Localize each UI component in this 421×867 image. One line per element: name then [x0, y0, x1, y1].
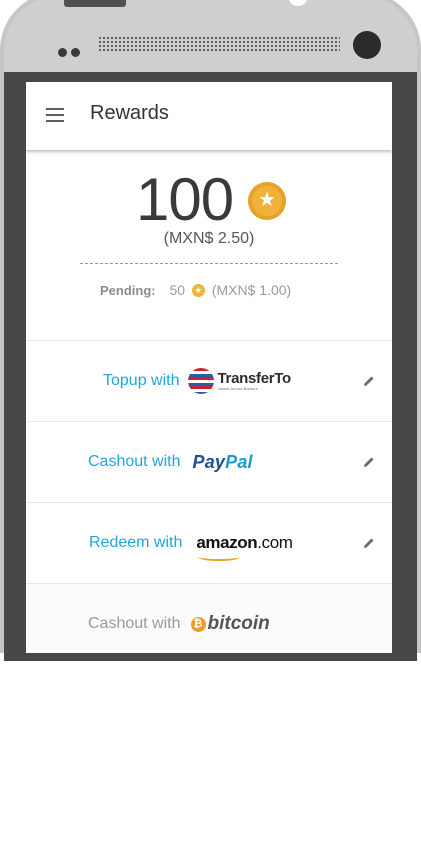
- paypal-logo-part1: Pay: [192, 451, 226, 472]
- redeem-amazon-row[interactable]: Redeem with amazon.com: [26, 502, 392, 583]
- divider: [80, 263, 338, 264]
- pending-balance: Pending: 50 ★ (MXN$ 1.00): [100, 282, 291, 298]
- transferto-globe-icon: [187, 368, 214, 394]
- front-camera: [353, 31, 381, 59]
- amazon-logo-part2: .com: [257, 533, 293, 552]
- pending-label: Pending:: [100, 283, 156, 298]
- row-label: Topup with: [103, 372, 180, 389]
- pencil-icon[interactable]: [362, 536, 376, 550]
- power-button: [64, 0, 126, 7]
- app-screen: Rewards 100 ★ (MXN$ 2.50) Pending: 50 ★ …: [26, 82, 392, 653]
- app-bar: Rewards: [26, 82, 392, 150]
- transferto-logo: TransferTo Values Across Borders: [187, 368, 292, 394]
- sensor-dots: [58, 44, 84, 62]
- row-label: Redeem with: [89, 534, 183, 551]
- pending-points: 50: [169, 282, 186, 298]
- cashout-paypal-row[interactable]: Cashout with PayPal: [26, 421, 392, 502]
- pending-fiat: (MXN$ 1.00): [211, 282, 292, 298]
- bitcoin-icon: ₿: [190, 616, 206, 632]
- amazon-logo-part1: amazon: [196, 533, 258, 552]
- pencil-icon[interactable]: [362, 455, 376, 469]
- paypal-logo-part2: Pal: [225, 451, 253, 472]
- bitcoin-logo: ₿ bitcoin: [190, 613, 270, 635]
- fiat-balance: (MXN$ 2.50): [163, 230, 255, 247]
- star-coin-icon: ★: [248, 182, 286, 220]
- paypal-logo: PayPal: [193, 452, 253, 473]
- row-label: Cashout with: [88, 615, 181, 632]
- bitcoin-name: bitcoin: [207, 613, 270, 634]
- row-label: Cashout with: [88, 453, 181, 470]
- top-sensor: [288, 0, 308, 6]
- cashout-bitcoin-row[interactable]: Cashout with ₿ bitcoin: [26, 583, 392, 653]
- transferto-tagline: Values Across Borders: [217, 386, 258, 391]
- speaker-grille: [98, 36, 340, 52]
- transferto-name: TransferTo: [217, 370, 292, 387]
- menu-icon[interactable]: [46, 108, 64, 122]
- points-balance: 100: [136, 166, 234, 233]
- balance-display: 100 ★: [26, 168, 392, 232]
- pencil-icon[interactable]: [362, 374, 376, 388]
- amazon-logo: amazon.com: [196, 533, 293, 561]
- star-coin-icon: ★: [191, 284, 205, 297]
- amazon-smile-icon: [198, 553, 241, 561]
- page-title: Rewards: [90, 102, 169, 124]
- topup-transferto-row[interactable]: Topup with TransferTo Values Across Bord…: [26, 340, 392, 421]
- rewards-options-list: Topup with TransferTo Values Across Bord…: [26, 340, 392, 653]
